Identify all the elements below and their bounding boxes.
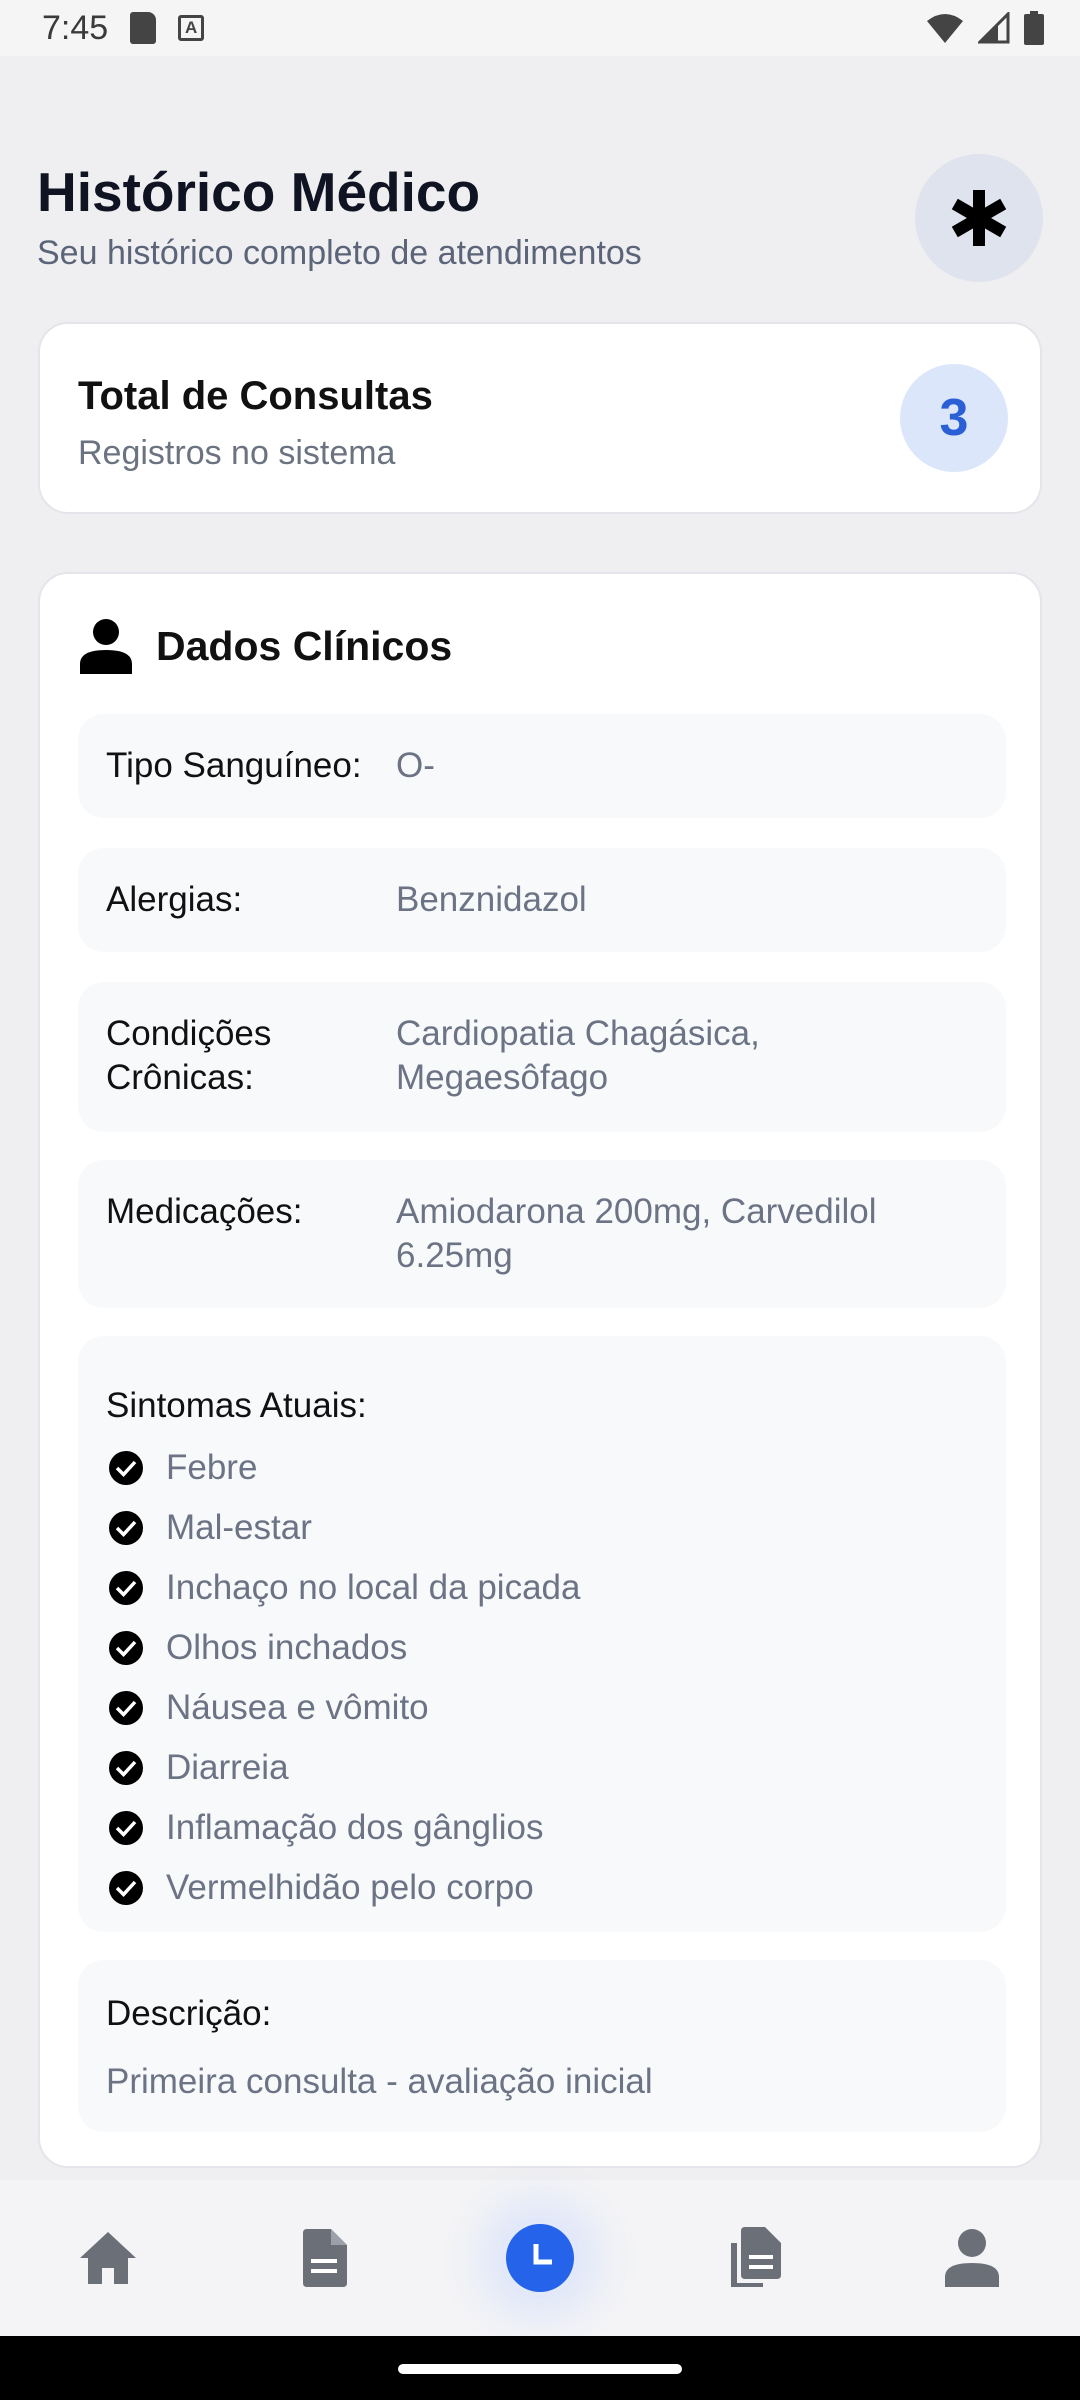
nav-home[interactable] bbox=[53, 2203, 163, 2313]
total-subtitle: Registros no sistema bbox=[78, 434, 396, 472]
check-circle-icon bbox=[109, 1511, 143, 1545]
person-icon bbox=[80, 619, 132, 674]
symptom-text: Inflamação dos gânglios bbox=[166, 1808, 544, 1847]
page-title: Histórico Médico bbox=[37, 161, 481, 223]
chronic-conditions-row: Condições Crônicas: Cardiopatia Chagásic… bbox=[78, 982, 1006, 1132]
document-icon bbox=[303, 2229, 347, 2287]
status-time: 7:45 bbox=[42, 8, 109, 47]
check-circle-icon bbox=[109, 1451, 143, 1485]
description-section: Descrição: Primeira consulta - avaliação… bbox=[78, 1960, 1006, 2132]
clinical-title: Dados Clínicos bbox=[156, 622, 453, 669]
clinical-header: Dados Clínicos bbox=[80, 618, 452, 674]
wifi-icon bbox=[927, 14, 963, 43]
symptom-text: Febre bbox=[166, 1448, 258, 1487]
list-item: Febre bbox=[108, 1438, 580, 1498]
list-item: Mal-estar bbox=[108, 1498, 580, 1558]
status-bar: 7:45 A bbox=[0, 0, 1080, 56]
symptom-text: Vermelhidão pelo corpo bbox=[166, 1868, 534, 1907]
description-value: Primeira consulta - avaliação inicial bbox=[106, 2062, 653, 2101]
profile-icon bbox=[945, 2229, 999, 2287]
signal-icon bbox=[978, 12, 1010, 44]
symptom-text: Mal-estar bbox=[166, 1508, 312, 1547]
list-item: Diarreia bbox=[108, 1738, 580, 1798]
list-item: Vermelhidão pelo corpo bbox=[108, 1858, 580, 1918]
gesture-bar bbox=[0, 2336, 1080, 2400]
check-circle-icon bbox=[109, 1691, 143, 1725]
bottom-nav bbox=[0, 2180, 1080, 2336]
allergies-value: Benznidazol bbox=[396, 880, 587, 919]
list-item: Olhos inchados bbox=[108, 1618, 580, 1678]
nav-files[interactable] bbox=[701, 2203, 811, 2313]
symptom-text: Diarreia bbox=[166, 1748, 289, 1787]
sd-card-icon bbox=[130, 12, 157, 44]
list-item: Inchaço no local da picada bbox=[108, 1558, 580, 1618]
total-title: Total de Consultas bbox=[78, 374, 433, 418]
symptoms-label: Sintomas Atuais: bbox=[106, 1386, 367, 1425]
nav-history-active bbox=[506, 2224, 574, 2292]
allergies-label: Alergias: bbox=[106, 880, 243, 919]
consultation-count-badge: 3 bbox=[900, 364, 1008, 472]
symptom-list: Febre Mal-estar Inchaço no local da pica… bbox=[108, 1438, 580, 1918]
files-icon bbox=[731, 2227, 781, 2287]
symptom-text: Inchaço no local da picada bbox=[166, 1568, 581, 1607]
home-gesture-pill[interactable] bbox=[398, 2364, 682, 2374]
symptom-text: Náusea e vômito bbox=[166, 1688, 429, 1727]
symptom-text: Olhos inchados bbox=[166, 1628, 408, 1667]
check-circle-icon bbox=[109, 1871, 143, 1905]
nav-documents[interactable] bbox=[269, 2203, 379, 2313]
blood-type-value: O- bbox=[396, 746, 435, 785]
check-circle-icon bbox=[109, 1751, 143, 1785]
nav-history[interactable] bbox=[485, 2203, 595, 2313]
home-icon bbox=[80, 2232, 136, 2284]
description-label: Descrição: bbox=[106, 1994, 272, 2033]
total-consultations-card: Total de Consultas Registros no sistema … bbox=[38, 322, 1042, 514]
symptoms-section: Sintomas Atuais: Febre Mal-estar Inchaço… bbox=[78, 1336, 1006, 1932]
check-circle-icon bbox=[109, 1631, 143, 1665]
battery-icon bbox=[1024, 11, 1044, 45]
blood-type-row: Tipo Sanguíneo: O- bbox=[78, 714, 1006, 818]
clinical-data-card: Dados Clínicos Tipo Sanguíneo: O- Alergi… bbox=[38, 572, 1042, 2168]
page-subtitle: Seu histórico completo de atendimentos bbox=[37, 234, 642, 272]
allergies-row: Alergias: Benznidazol bbox=[78, 848, 1006, 952]
medications-label: Medicações: bbox=[106, 1192, 303, 1231]
medications-row: Medicações: Amiodarona 200mg, Carvedilol… bbox=[78, 1160, 1006, 1308]
check-circle-icon bbox=[109, 1811, 143, 1845]
list-item: Inflamação dos gânglios bbox=[108, 1798, 580, 1858]
asterisk-icon bbox=[951, 190, 1007, 246]
history-icon bbox=[533, 2244, 552, 2265]
chronic-conditions-value: Cardiopatia Chagásica, Megaesôfago bbox=[396, 1014, 760, 1097]
check-circle-icon bbox=[109, 1571, 143, 1605]
medications-value: Amiodarona 200mg, Carvedilol 6.25mg bbox=[396, 1192, 877, 1275]
emergency-button[interactable] bbox=[915, 154, 1043, 282]
chronic-conditions-label: Condições Crônicas: bbox=[106, 1014, 272, 1097]
list-item: Náusea e vômito bbox=[108, 1678, 580, 1738]
nav-profile[interactable] bbox=[917, 2203, 1027, 2313]
blood-type-label: Tipo Sanguíneo: bbox=[106, 746, 362, 785]
text-a-icon: A bbox=[178, 15, 205, 41]
